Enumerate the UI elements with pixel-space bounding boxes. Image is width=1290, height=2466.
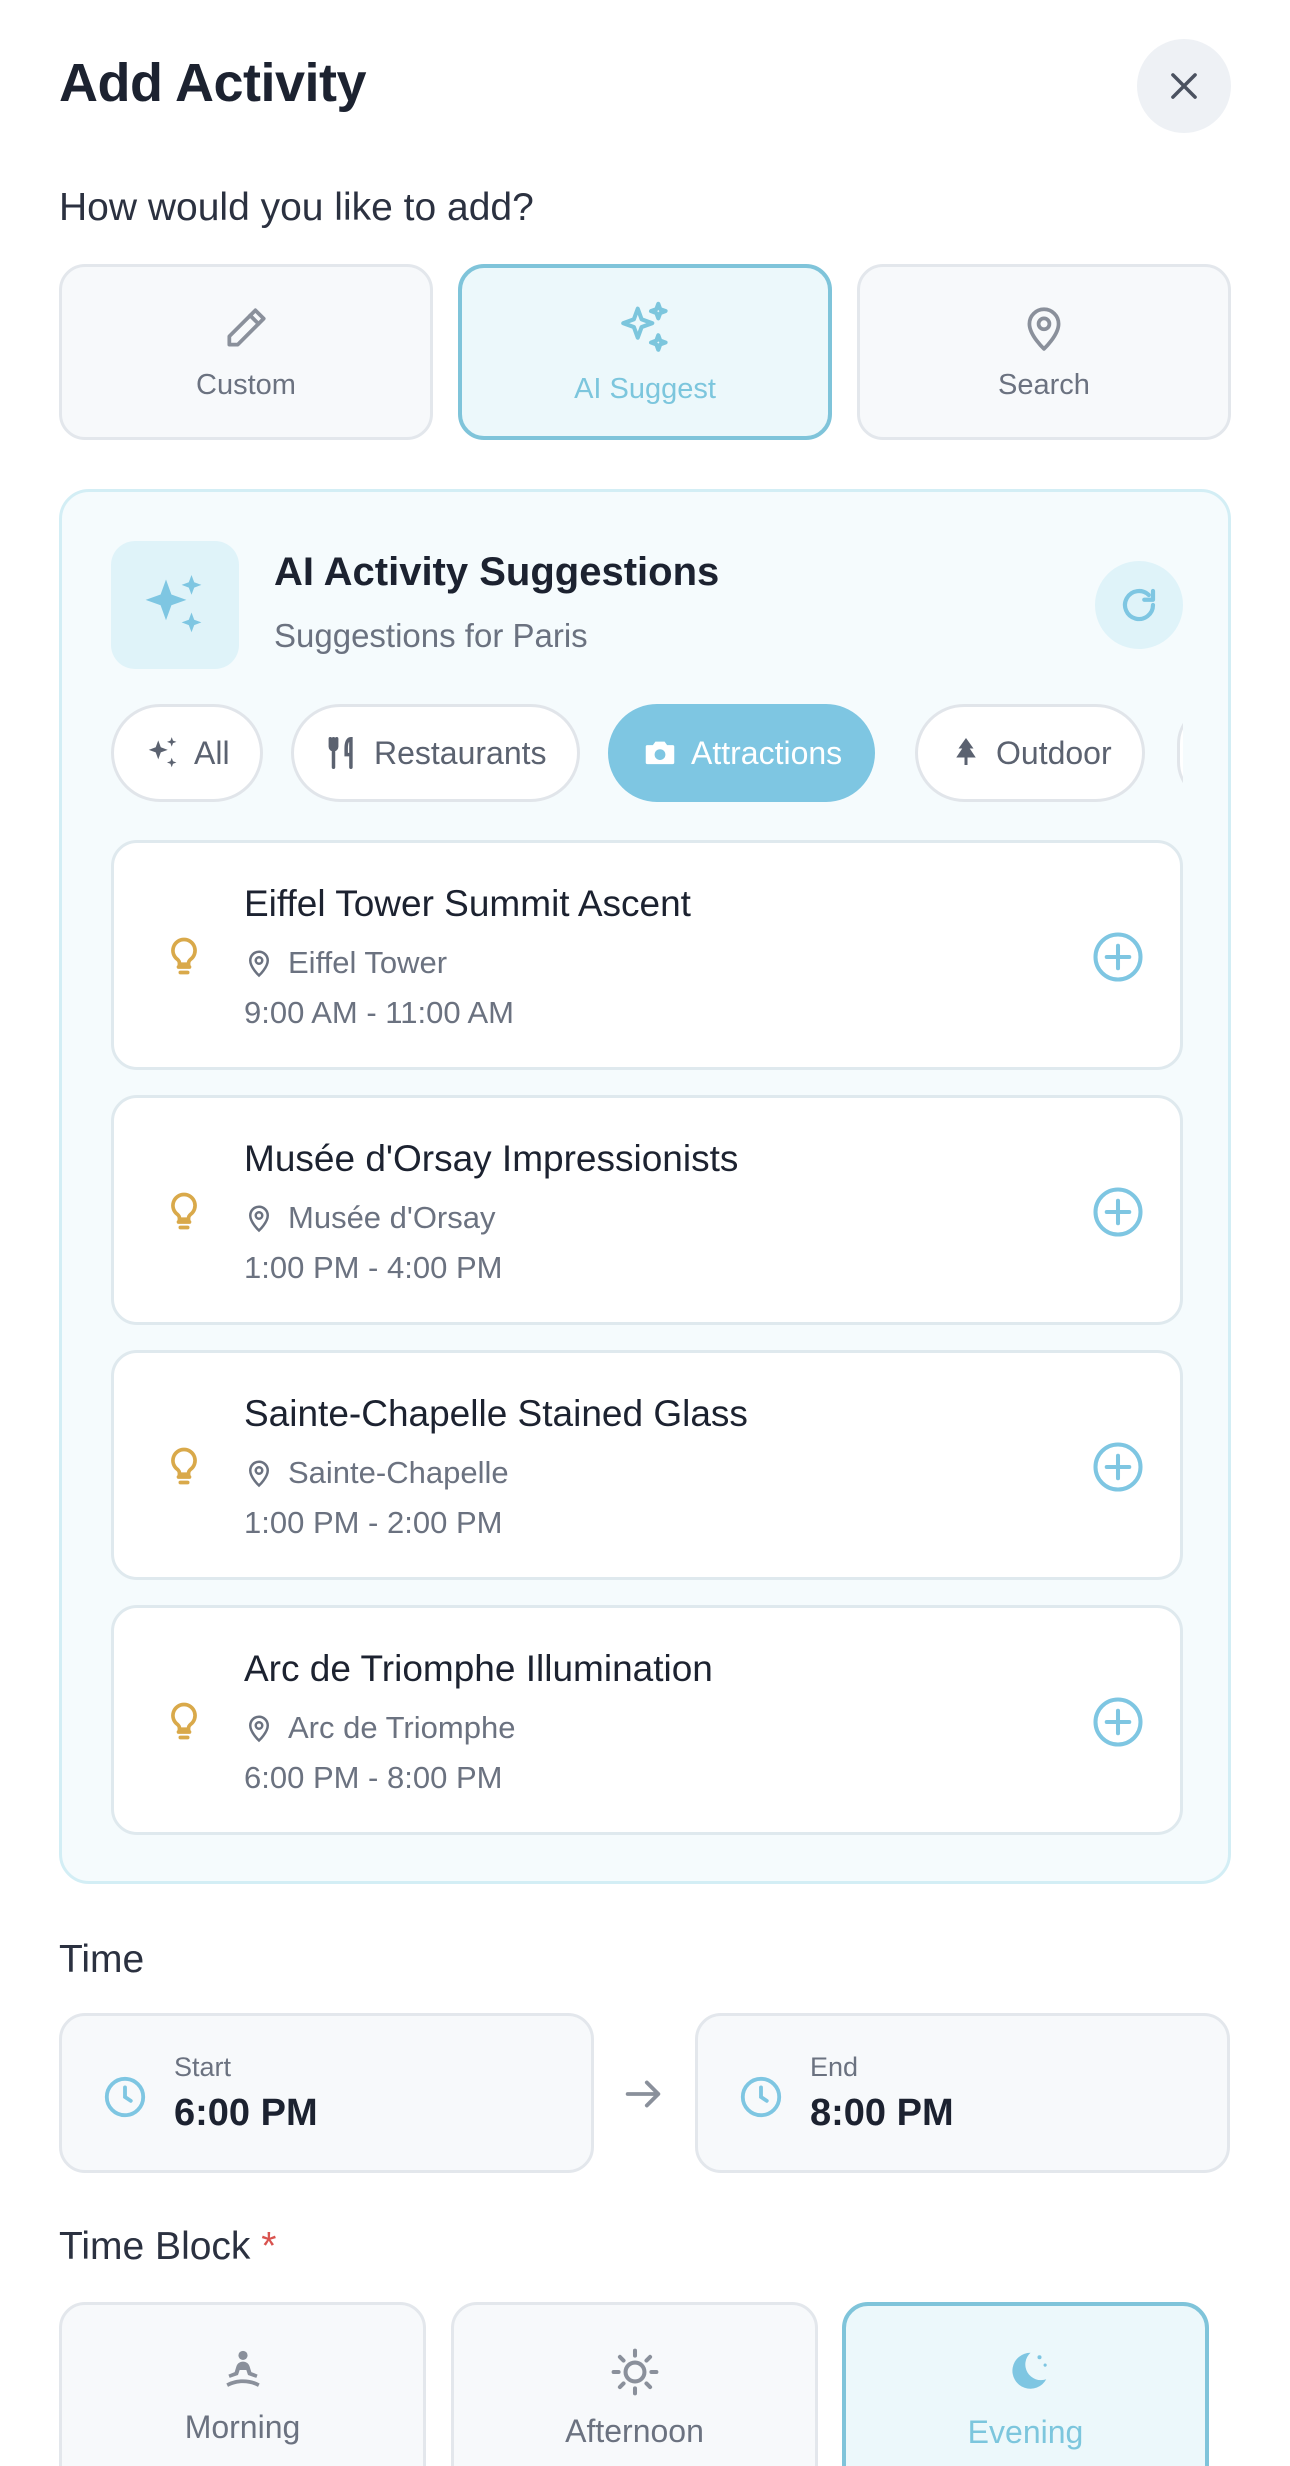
sparkles-icon [148, 737, 177, 768]
utensils-icon [328, 737, 353, 769]
time-block-label: Time Block * [59, 2225, 276, 2269]
clock-icon [740, 2076, 782, 2118]
mode-ai-suggest-label: AI Suggest [574, 372, 716, 405]
suggestion-card[interactable]: Sainte-Chapelle Stained Glass Sainte-Cha… [111, 1350, 1183, 1580]
suggestion-card[interactable]: Arc de Triomphe Illumination Arc de Trio… [111, 1605, 1183, 1835]
time-block-evening-label: Evening [967, 2414, 1084, 2450]
map-pin-icon [1027, 306, 1061, 351]
add-activity-sheet: Add Activity How would you like to add? … [0, 0, 1290, 2466]
suggestion-time: 6:00 PM - 8:00 PM [244, 1760, 503, 1795]
end-time-value: 8:00 PM [810, 2092, 954, 2134]
chip-all-label: All [194, 734, 230, 771]
suggestion-location: Musée d'Orsay [244, 1200, 496, 1236]
add-circle-icon[interactable] [1091, 930, 1145, 984]
refresh-button[interactable] [1095, 561, 1183, 649]
add-circle-icon[interactable] [1091, 1440, 1145, 1494]
arrow-right-icon [625, 2080, 661, 2108]
mode-search-label: Search [998, 368, 1090, 401]
chip-restaurants-label: Restaurants [374, 734, 547, 771]
moon-icon [1011, 2352, 1047, 2389]
mode-search-button[interactable]: Search [857, 264, 1231, 440]
time-block-afternoon[interactable]: Afternoon [451, 2302, 818, 2466]
time-block-morning[interactable]: Morning [59, 2302, 426, 2466]
close-button[interactable] [1137, 39, 1231, 133]
end-time-field[interactable]: End 8:00 PM [695, 2013, 1230, 2173]
chip-attractions-label: Attractions [691, 734, 843, 771]
time-block-evening[interactable]: Evening [842, 2302, 1209, 2466]
add-circle-icon[interactable] [1091, 1695, 1145, 1749]
add-circle-icon[interactable] [1091, 1185, 1145, 1239]
suggestion-location: Sainte-Chapelle [244, 1455, 509, 1491]
mode-custom-label: Custom [196, 368, 296, 401]
lightbulb-icon [171, 1192, 197, 1230]
suggestion-location-text: Sainte-Chapelle [288, 1455, 509, 1490]
time-block-label-text: Time Block [59, 2225, 251, 2268]
clock-icon [104, 2076, 146, 2118]
suggestion-location-text: Arc de Triomphe [288, 1710, 516, 1745]
ai-panel-subtitle: Suggestions for Paris [274, 617, 588, 654]
chip-restaurants[interactable]: Restaurants [291, 704, 580, 802]
time-section-label: Time [59, 1938, 145, 1981]
suggestion-location-text: Musée d'Orsay [288, 1200, 496, 1235]
map-pin-icon [248, 1460, 270, 1488]
close-icon [1171, 73, 1197, 99]
time-block-morning-label: Morning [184, 2409, 301, 2445]
category-filter-row: All Restaurants Attractions Outdoor [111, 704, 1183, 806]
chip-all[interactable]: All [111, 704, 263, 802]
lightbulb-icon [171, 937, 197, 975]
map-pin-icon [248, 1205, 270, 1233]
ai-suggestions-panel: AI Activity Suggestions Suggestions for … [59, 489, 1231, 1884]
suggestion-time: 9:00 AM - 11:00 AM [244, 995, 514, 1030]
map-pin-icon [248, 1715, 270, 1743]
sun-icon [611, 2348, 658, 2396]
chip-outdoor-label: Outdoor [996, 734, 1112, 771]
required-indicator: * [261, 2225, 277, 2268]
chip-more[interactable] [1177, 704, 1183, 802]
refresh-icon [1122, 588, 1156, 622]
sparkles-icon [145, 575, 202, 633]
start-time-value: 6:00 PM [174, 2092, 318, 2134]
page-title: Add Activity [59, 53, 367, 113]
lightbulb-icon [171, 1447, 197, 1485]
camera-icon [645, 741, 675, 765]
mode-ai-suggest-button[interactable]: AI Suggest [458, 264, 832, 440]
suggestion-name: Arc de Triomphe Illumination [244, 1648, 713, 1689]
suggestion-location-text: Eiffel Tower [288, 945, 448, 980]
sparkles-icon [621, 301, 668, 352]
chip-outdoor[interactable]: Outdoor [915, 704, 1145, 802]
suggestion-card[interactable]: Musée d'Orsay Impressionists Musée d'Ors… [111, 1095, 1183, 1325]
suggestion-time: 1:00 PM - 2:00 PM [244, 1505, 503, 1540]
start-time-field[interactable]: Start 6:00 PM [59, 2013, 594, 2173]
chip-attractions[interactable]: Attractions [608, 704, 876, 802]
mode-custom-button[interactable]: Custom [59, 264, 433, 440]
meditation-icon [225, 2350, 260, 2387]
suggestion-name: Musée d'Orsay Impressionists [244, 1138, 739, 1179]
suggestion-name: Sainte-Chapelle Stained Glass [244, 1393, 748, 1434]
tree-icon [956, 738, 976, 765]
add-mode-prompt: How would you like to add? [59, 186, 534, 229]
suggestion-time: 1:00 PM - 4:00 PM [244, 1250, 503, 1285]
suggestion-name: Eiffel Tower Summit Ascent [244, 883, 691, 924]
lightbulb-icon [171, 1702, 197, 1740]
time-block-afternoon-label: Afternoon [565, 2413, 704, 2449]
end-time-label: End [810, 2052, 859, 2082]
pencil-icon [227, 307, 266, 347]
suggestion-location: Arc de Triomphe [244, 1710, 515, 1746]
suggestion-location: Eiffel Tower [244, 945, 447, 981]
suggestion-card[interactable]: Eiffel Tower Summit Ascent Eiffel Tower … [111, 840, 1183, 1070]
ai-panel-title: AI Activity Suggestions [274, 550, 720, 594]
map-pin-icon [248, 950, 270, 978]
start-time-label: Start [174, 2052, 232, 2082]
ai-badge [111, 541, 239, 669]
